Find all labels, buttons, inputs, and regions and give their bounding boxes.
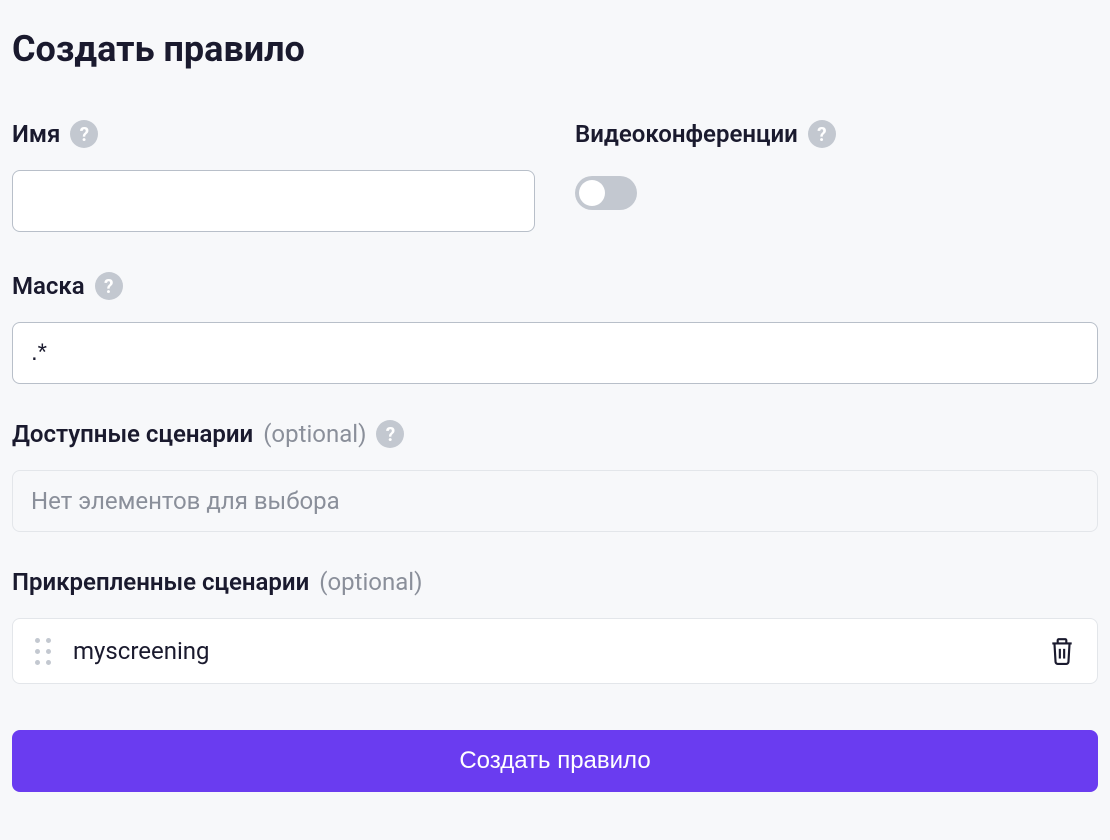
page-title: Создать правило	[12, 28, 1098, 70]
list-item: myscreening	[13, 619, 1097, 683]
name-input[interactable]	[12, 170, 535, 232]
available-scenarios-select[interactable]: Нет элементов для выбора	[12, 470, 1098, 532]
help-icon[interactable]: ?	[95, 272, 123, 300]
create-rule-button[interactable]: Создать правило	[12, 730, 1098, 792]
help-icon[interactable]: ?	[376, 420, 404, 448]
toggle-knob	[579, 180, 605, 206]
trash-icon	[1049, 637, 1075, 665]
help-icon[interactable]: ?	[70, 120, 98, 148]
video-label: Видеоконференции	[575, 120, 798, 148]
attached-scenarios-list: myscreening	[12, 618, 1098, 684]
attached-scenarios-label: Прикрепленные сценарии	[12, 568, 309, 596]
mask-label: Маска	[12, 272, 85, 300]
available-scenarios-label: Доступные сценарии	[12, 420, 253, 448]
delete-button[interactable]	[1049, 637, 1075, 665]
scenario-name: myscreening	[73, 637, 1027, 665]
optional-label: (optional)	[263, 420, 366, 448]
video-toggle[interactable]	[575, 176, 637, 210]
select-placeholder: Нет элементов для выбора	[31, 487, 340, 515]
help-icon[interactable]: ?	[808, 120, 836, 148]
drag-handle-icon[interactable]	[35, 638, 51, 665]
optional-label: (optional)	[319, 568, 422, 596]
mask-input[interactable]	[12, 322, 1098, 384]
name-label: Имя	[12, 120, 60, 148]
